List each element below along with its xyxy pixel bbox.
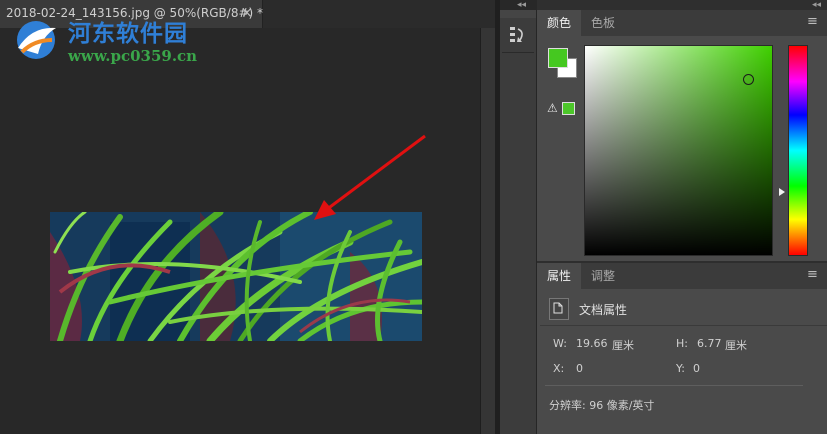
y-value[interactable]: 0 [693,362,700,375]
resolution-text: 分辨率: 96 像素/英寸 [549,399,655,412]
collapse-panels-icon[interactable]: ◂◂ [812,0,821,10]
y-label: Y: [676,362,685,375]
x-value[interactable]: 0 [576,362,583,375]
properties-divider-2 [545,385,803,386]
x-label: X: [553,362,565,375]
web-safe-color-swatch[interactable] [562,102,575,115]
collapse-arrows-icon[interactable]: ◂◂ [517,0,526,10]
color-picker-cursor[interactable] [743,74,754,85]
height-value[interactable]: 6.77 [697,337,722,350]
out-of-gamut-warning-icon: ⚠ [547,101,558,115]
document-properties-title: 文档属性 [579,303,628,317]
width-label: W: [553,337,567,350]
properties-panel-menu-icon[interactable]: ≡ [807,267,818,282]
tool-strip-grip[interactable] [500,10,536,18]
width-value[interactable]: 19.66 [576,337,608,350]
color-panel-menu-icon[interactable]: ≡ [807,14,818,29]
tab-properties[interactable]: 属性 [537,263,582,289]
properties-panel-tabstrip: 属性 调整 ≡ [537,263,827,289]
history-panel-icon[interactable] [508,24,528,46]
watermark-logo [17,21,56,59]
hue-slider-handle[interactable] [779,188,785,196]
document-image [50,212,422,341]
panel-dock-header [537,0,827,10]
document-icon [553,302,563,314]
tab-color[interactable]: 颜色 [537,10,582,36]
color-panel-tabstrip: 颜色 色板 ≡ [537,10,827,36]
vertical-scrollbar[interactable] [480,28,496,434]
panel-tool-strip [500,10,537,434]
close-document-icon[interactable]: × [241,5,253,21]
tab-swatches[interactable]: 色板 [581,10,625,36]
foreground-color-swatch-front[interactable] [548,48,568,68]
annotation-arrow [314,134,426,220]
watermark-title: 河东软件园 [68,20,188,47]
properties-divider [540,325,827,326]
watermark-url: www.pc0359.cn [68,47,198,65]
height-unit: 厘米 [725,339,747,352]
tool-separator [502,52,534,53]
tab-bar-empty [263,0,495,28]
width-unit: 厘米 [612,339,634,352]
height-label: H: [676,337,688,350]
tab-adjustments[interactable]: 调整 [581,263,625,289]
hue-slider-bar[interactable] [788,45,808,256]
